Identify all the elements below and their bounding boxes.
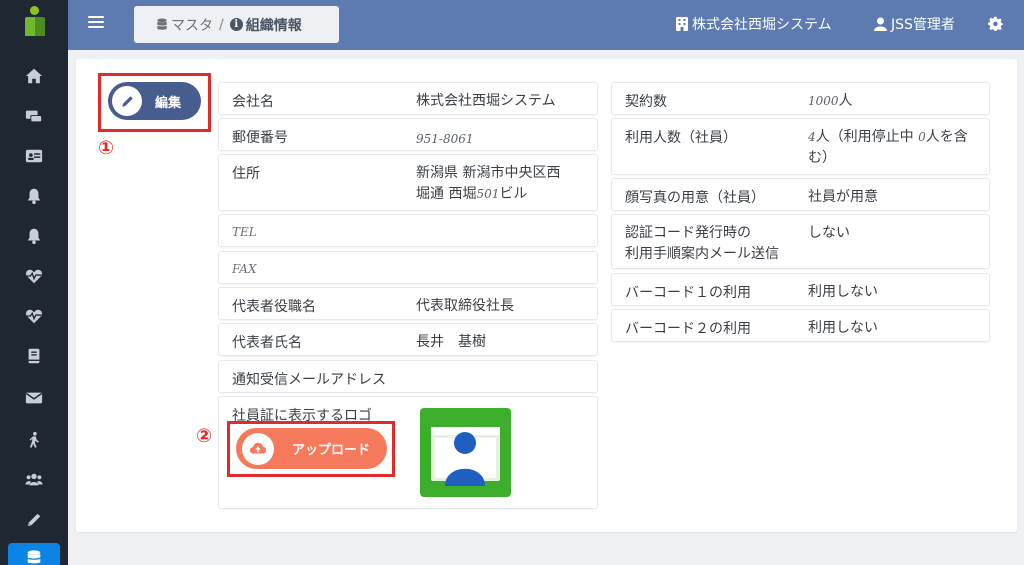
breadcrumb-current: 組織情報: [245, 17, 302, 34]
upload-button-label: アップロード: [292, 443, 371, 458]
bell-icon-2[interactable]: [0, 218, 68, 254]
representative-name-value: 長井 基樹: [416, 334, 486, 350]
row-tel: TEL: [218, 214, 598, 247]
representative-title-value: 代表取締役社長: [416, 298, 514, 314]
edit-button[interactable]: 編集: [108, 82, 201, 120]
postal-code-label: 郵便番号: [232, 130, 288, 146]
address-line-2: 堀通 西堀501ビル: [416, 186, 528, 202]
postal-code-value: 951-8061: [416, 132, 474, 146]
cloud-upload-icon: [242, 432, 274, 465]
row-barcode-2: バーコード２の利用 利用しない: [611, 309, 990, 342]
hamburger-menu-icon[interactable]: [88, 14, 104, 30]
users-value: 4人（利用停止中 0人を含 む）: [808, 129, 968, 166]
user-menu[interactable]: JSS管理者: [874, 14, 955, 34]
heartbeat-icon-2[interactable]: [0, 298, 68, 334]
user-icon: [874, 17, 887, 31]
id-card-logo-image: [420, 408, 511, 497]
row-users: 利用人数（社員） 4人（利用停止中 0人を含 む）: [611, 118, 990, 175]
company-name-label: 会社名: [232, 94, 274, 110]
info-icon: i: [229, 18, 243, 31]
row-photo-prep: 顔写真の用意（社員） 社員が用意: [611, 178, 990, 211]
envelope-icon[interactable]: [0, 380, 68, 416]
row-contracts: 契約数 1000人: [611, 82, 990, 115]
upload-button[interactable]: アップロード: [236, 428, 387, 469]
barcode-2-label: バーコード２の利用: [625, 321, 751, 337]
contracts-label: 契約数: [625, 94, 667, 110]
heartbeat-icon[interactable]: [0, 258, 68, 294]
contracts-value: 1000人: [808, 93, 853, 109]
pencil-icon[interactable]: [0, 502, 68, 538]
database-icon: [157, 18, 167, 30]
address-value: 新潟県 新潟市中央区西 堀通 西堀501ビル: [416, 163, 560, 205]
breadcrumb: マスタ / i 組織情報: [134, 6, 339, 43]
top-bar: マスタ / i 組織情報 株式会社西堀システム JSS管理者: [68, 0, 1024, 50]
address-label: 住所: [232, 166, 260, 182]
row-postal-code: 郵便番号 951-8061: [218, 118, 598, 151]
user-name-label: JSS管理者: [891, 17, 955, 33]
barcode-1-label: バーコード１の利用: [625, 285, 751, 301]
photo-prep-value: 社員が用意: [808, 189, 878, 205]
row-representative-title: 代表者役職名 代表取締役社長: [218, 287, 598, 320]
company-name-label: 株式会社西堀システム: [692, 17, 832, 33]
row-barcode-1: バーコード１の利用 利用しない: [611, 273, 990, 306]
row-auth-mail: 認証コード発行時の 利用手順案内メール送信 しない: [611, 214, 990, 269]
users-icon[interactable]: [0, 462, 68, 498]
representative-title-label: 代表者役職名: [232, 299, 316, 315]
building-icon: [676, 17, 688, 31]
settings-gear-icon[interactable]: [988, 16, 1003, 31]
row-fax: FAX: [218, 251, 598, 284]
marker-1: ①: [98, 137, 115, 159]
id-card-icon[interactable]: [0, 138, 68, 174]
app-logo[interactable]: [25, 6, 45, 36]
barcode-1-value: 利用しない: [808, 284, 878, 300]
book-icon[interactable]: [0, 338, 68, 374]
home-icon[interactable]: [0, 58, 68, 94]
auth-mail-value: しない: [808, 225, 850, 241]
edit-button-label: 編集: [155, 95, 182, 111]
row-address: 住所 新潟県 新潟市中央区西 堀通 西堀501ビル: [218, 154, 598, 211]
fax-label: FAX: [232, 262, 257, 276]
hardware-icon[interactable]: [0, 98, 68, 134]
representative-name-label: 代表者氏名: [232, 335, 302, 351]
photo-prep-label: 顔写真の用意（社員）: [625, 190, 765, 206]
sidebar-item-database[interactable]: [0, 540, 68, 565]
pencil-icon: [112, 86, 142, 116]
address-line-1: 新潟県 新潟市中央区西: [416, 165, 561, 181]
sidebar: [0, 0, 68, 565]
row-notify-email: 通知受信メールアドレス: [218, 360, 598, 393]
tel-label: TEL: [232, 225, 257, 239]
auth-mail-label: 認証コード発行時の 利用手順案内メール送信: [625, 225, 779, 262]
notify-email-label: 通知受信メールアドレス: [232, 372, 386, 388]
breadcrumb-separator: /: [219, 16, 224, 33]
bell-icon[interactable]: [0, 178, 68, 214]
company-name-value: 株式会社西堀システム: [416, 93, 556, 109]
marker-2: ②: [196, 425, 213, 447]
breadcrumb-master-link[interactable]: マスタ: [171, 15, 213, 35]
barcode-2-value: 利用しない: [808, 320, 878, 336]
users-label: 利用人数（社員）: [625, 130, 737, 146]
row-company-name: 会社名 株式会社西堀システム: [218, 82, 598, 115]
walking-icon[interactable]: [0, 422, 68, 458]
company-menu[interactable]: 株式会社西堀システム: [676, 14, 832, 34]
database-icon: [27, 550, 41, 564]
row-representative-name: 代表者氏名 長井 基樹: [218, 323, 598, 356]
